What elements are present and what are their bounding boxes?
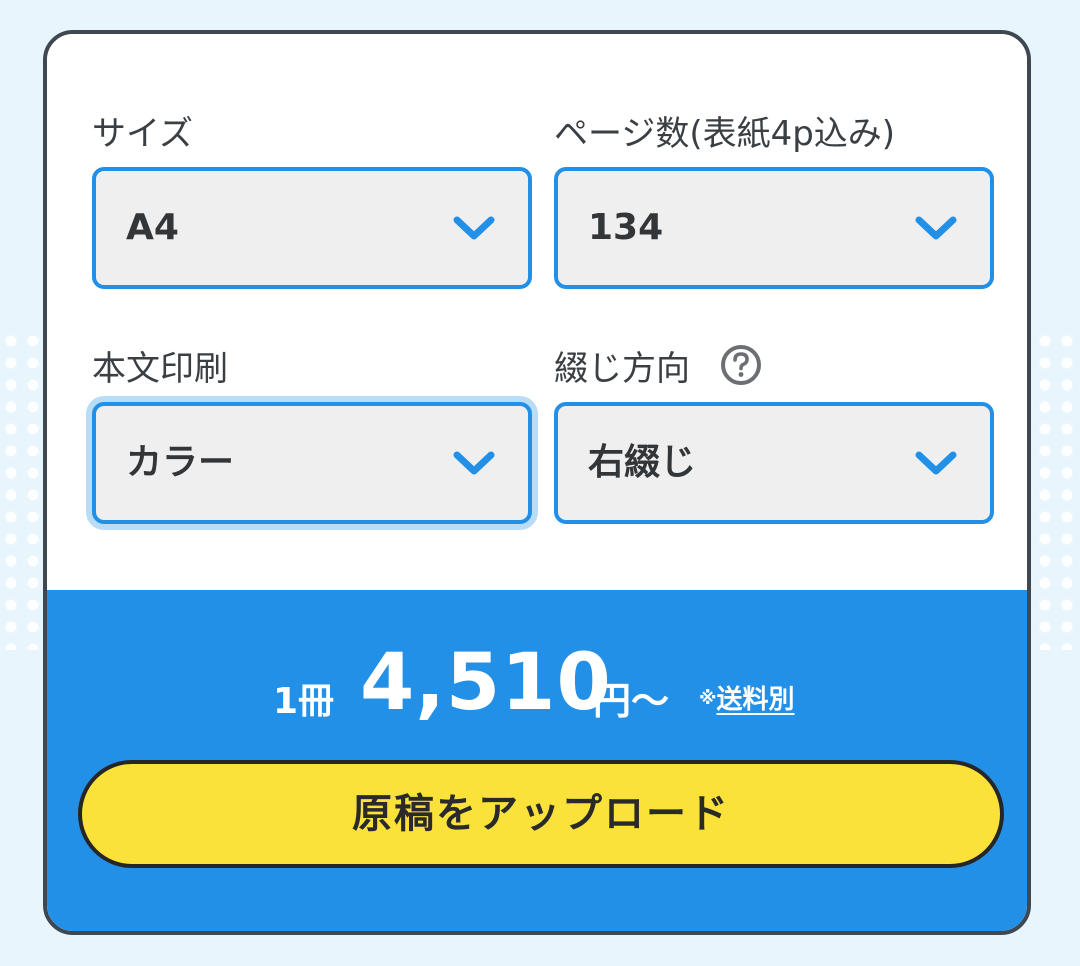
binding-label: 綴じ方向 <box>554 349 690 389</box>
shipping-note: ※送料別 <box>699 679 795 716</box>
upload-manuscript-button[interactable]: 原稿をアップロード <box>78 760 1004 868</box>
print-label: 本文印刷 <box>92 349 228 389</box>
price-unit: 円〜 <box>593 679 670 723</box>
size-select-value: A4 <box>126 207 179 248</box>
chevron-down-icon <box>453 216 495 240</box>
price-amount: 4,510 <box>360 638 612 728</box>
chevron-down-icon <box>915 216 957 240</box>
price-panel: 1冊 4,510 円〜 ※送料別 原稿をアップロード <box>47 590 1027 931</box>
pages-select-value: 134 <box>588 207 664 248</box>
size-label: サイズ <box>92 114 193 154</box>
binding-select-value: 右綴じ <box>588 442 697 483</box>
shipping-note-link[interactable]: 送料別 <box>717 685 795 715</box>
chevron-down-icon <box>453 451 495 475</box>
price-row: 1冊 4,510 円〜 ※送料別 <box>47 630 1027 740</box>
binding-select[interactable]: 右綴じ <box>554 402 994 524</box>
size-select[interactable]: A4 <box>92 167 532 289</box>
print-select[interactable]: カラー <box>92 402 532 524</box>
print-select-value: カラー <box>126 442 235 483</box>
chevron-down-icon <box>915 451 957 475</box>
price-quantity: 1冊 <box>273 681 335 722</box>
options-panel: サイズ A4 ページ数(表紙4p込み) 134 本文印刷 カラー 綴じ方向 右綴… <box>47 34 1027 590</box>
note-mark: ※ <box>699 688 717 709</box>
print-estimate-card: サイズ A4 ページ数(表紙4p込み) 134 本文印刷 カラー 綴じ方向 右綴… <box>43 30 1031 935</box>
pages-label: ページ数(表紙4p込み) <box>554 114 896 154</box>
pages-select[interactable]: 134 <box>554 167 994 289</box>
question-circle-icon[interactable] <box>720 344 762 386</box>
